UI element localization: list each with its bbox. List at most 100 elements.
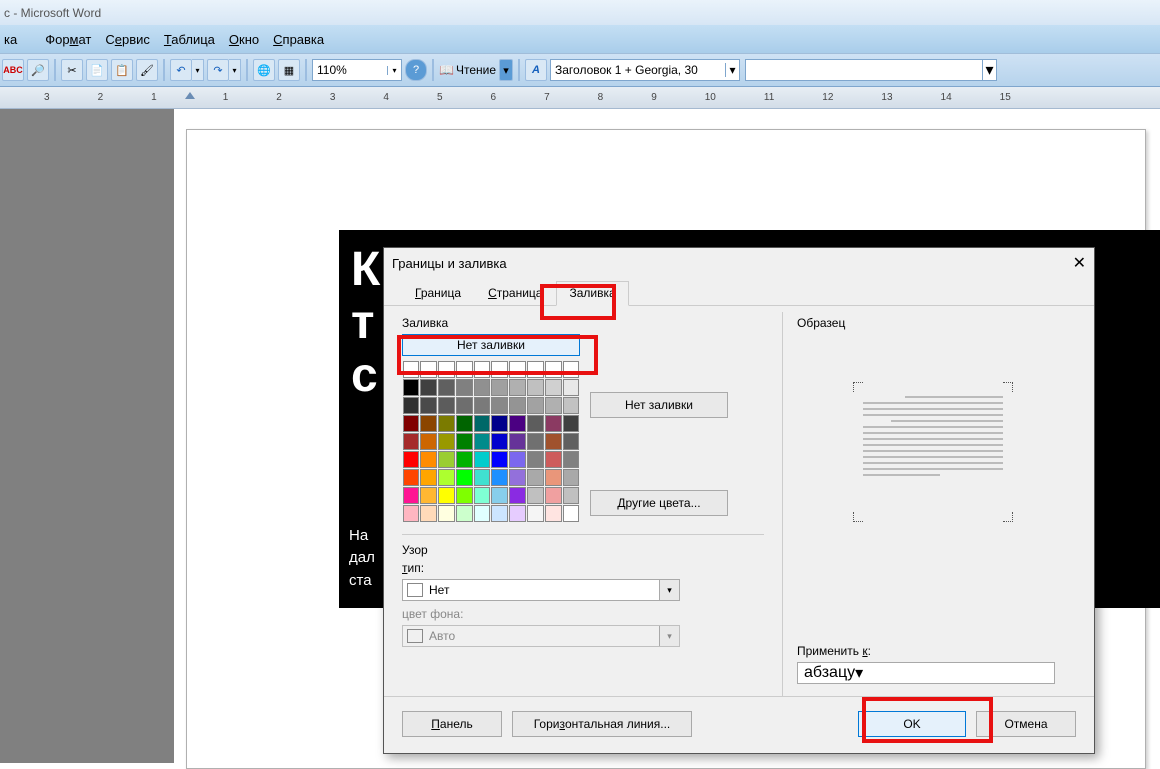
style-select[interactable]: Заголовок 1 + Georgia, 30▾ xyxy=(550,59,740,81)
table-icon[interactable]: ▦ xyxy=(278,59,300,81)
color-swatch[interactable] xyxy=(491,379,508,396)
format-painter-icon[interactable]: 🖌 xyxy=(136,59,158,81)
menu-table[interactable]: Таблица xyxy=(164,32,215,47)
zoom-select[interactable]: 110%▾ xyxy=(312,59,402,81)
color-swatch[interactable] xyxy=(474,415,491,432)
color-swatch[interactable] xyxy=(438,415,455,432)
color-swatch[interactable] xyxy=(527,505,544,522)
no-fill-side-button[interactable]: Нет заливки xyxy=(590,392,728,418)
color-swatch[interactable] xyxy=(474,451,491,468)
style-aa-icon[interactable]: A xyxy=(525,59,547,81)
color-swatch[interactable] xyxy=(420,505,437,522)
color-swatch[interactable] xyxy=(474,487,491,504)
color-swatch[interactable] xyxy=(403,505,420,522)
cut-icon[interactable]: ✂ xyxy=(61,59,83,81)
color-swatch[interactable] xyxy=(403,451,420,468)
cancel-button[interactable]: Отмена xyxy=(976,711,1076,737)
color-swatch[interactable] xyxy=(403,415,420,432)
color-swatch[interactable] xyxy=(420,379,437,396)
color-swatch[interactable] xyxy=(563,415,580,432)
color-swatch[interactable] xyxy=(563,379,580,396)
color-swatch[interactable] xyxy=(545,415,562,432)
color-swatch[interactable] xyxy=(456,415,473,432)
color-swatch[interactable] xyxy=(474,505,491,522)
color-swatch[interactable] xyxy=(456,469,473,486)
color-swatch[interactable] xyxy=(403,433,420,450)
color-swatch[interactable] xyxy=(438,397,455,414)
color-swatch[interactable] xyxy=(456,433,473,450)
color-swatch[interactable] xyxy=(491,433,508,450)
color-swatch[interactable] xyxy=(527,487,544,504)
color-swatch[interactable] xyxy=(491,451,508,468)
color-swatch[interactable] xyxy=(563,397,580,414)
color-swatch[interactable] xyxy=(438,469,455,486)
tab-border[interactable]: Граница xyxy=(402,281,474,305)
color-swatch[interactable] xyxy=(420,433,437,450)
pattern-type-select[interactable]: Нет ▾ xyxy=(402,579,680,601)
color-swatch[interactable] xyxy=(438,379,455,396)
research-icon[interactable]: 🔎 xyxy=(27,59,49,81)
color-swatch[interactable] xyxy=(563,487,580,504)
color-swatch[interactable] xyxy=(545,469,562,486)
color-swatch[interactable] xyxy=(456,451,473,468)
tab-fill[interactable]: Заливка xyxy=(556,281,628,306)
color-swatch[interactable] xyxy=(527,361,544,378)
color-swatch[interactable] xyxy=(420,469,437,486)
color-swatch[interactable] xyxy=(438,505,455,522)
color-swatch[interactable] xyxy=(403,379,420,396)
color-swatch[interactable] xyxy=(527,469,544,486)
color-swatch[interactable] xyxy=(527,379,544,396)
color-swatch[interactable] xyxy=(474,433,491,450)
color-swatch[interactable] xyxy=(456,361,473,378)
color-swatch[interactable] xyxy=(420,487,437,504)
color-swatch[interactable] xyxy=(545,487,562,504)
color-swatch[interactable] xyxy=(563,469,580,486)
color-swatch[interactable] xyxy=(420,415,437,432)
color-swatch[interactable] xyxy=(545,379,562,396)
color-swatch[interactable] xyxy=(438,451,455,468)
color-swatch[interactable] xyxy=(509,433,526,450)
color-swatch[interactable] xyxy=(456,379,473,396)
color-swatch[interactable] xyxy=(527,451,544,468)
color-swatch[interactable] xyxy=(474,379,491,396)
close-icon[interactable]: ✕ xyxy=(1073,253,1086,273)
color-swatch[interactable] xyxy=(438,433,455,450)
color-swatch[interactable] xyxy=(456,505,473,522)
color-swatch[interactable] xyxy=(491,505,508,522)
color-swatch[interactable] xyxy=(527,433,544,450)
reading-view-button[interactable]: 📖 Чтение xyxy=(439,63,496,77)
color-swatch[interactable] xyxy=(403,469,420,486)
color-swatch[interactable] xyxy=(420,451,437,468)
color-swatch[interactable] xyxy=(509,361,526,378)
color-swatch[interactable] xyxy=(420,361,437,378)
paste-icon[interactable]: 📋 xyxy=(111,59,133,81)
color-swatch[interactable] xyxy=(545,433,562,450)
color-swatch[interactable] xyxy=(545,451,562,468)
color-swatch[interactable] xyxy=(545,397,562,414)
color-swatch[interactable] xyxy=(563,505,580,522)
color-swatch[interactable] xyxy=(474,469,491,486)
menu-help[interactable]: Справка xyxy=(273,32,324,47)
hyperlink-icon[interactable]: 🌐 xyxy=(253,59,275,81)
no-fill-button[interactable]: Нет заливки xyxy=(402,334,580,356)
color-swatch[interactable] xyxy=(403,361,420,378)
color-swatch[interactable] xyxy=(474,397,491,414)
color-swatch[interactable] xyxy=(491,469,508,486)
color-swatch[interactable] xyxy=(563,451,580,468)
color-swatch[interactable] xyxy=(438,487,455,504)
ok-button[interactable]: OK xyxy=(858,711,966,737)
undo-button[interactable]: ↶▾ xyxy=(170,59,204,81)
help-icon[interactable]: ? xyxy=(405,59,427,81)
color-swatch[interactable] xyxy=(491,415,508,432)
color-swatch[interactable] xyxy=(545,361,562,378)
reading-dropdown[interactable]: ▾ xyxy=(499,59,513,81)
color-swatch[interactable] xyxy=(474,361,491,378)
spellcheck-icon[interactable]: ABC xyxy=(2,59,24,81)
other-colors-button[interactable]: Другие цвета... xyxy=(590,490,728,516)
color-swatch[interactable] xyxy=(509,505,526,522)
menu-format[interactable]: Формат xyxy=(45,32,91,47)
color-swatch[interactable] xyxy=(509,487,526,504)
color-swatch[interactable] xyxy=(456,487,473,504)
horizontal-line-button[interactable]: Горизонтальная линия... xyxy=(512,711,692,737)
color-swatch[interactable] xyxy=(545,505,562,522)
